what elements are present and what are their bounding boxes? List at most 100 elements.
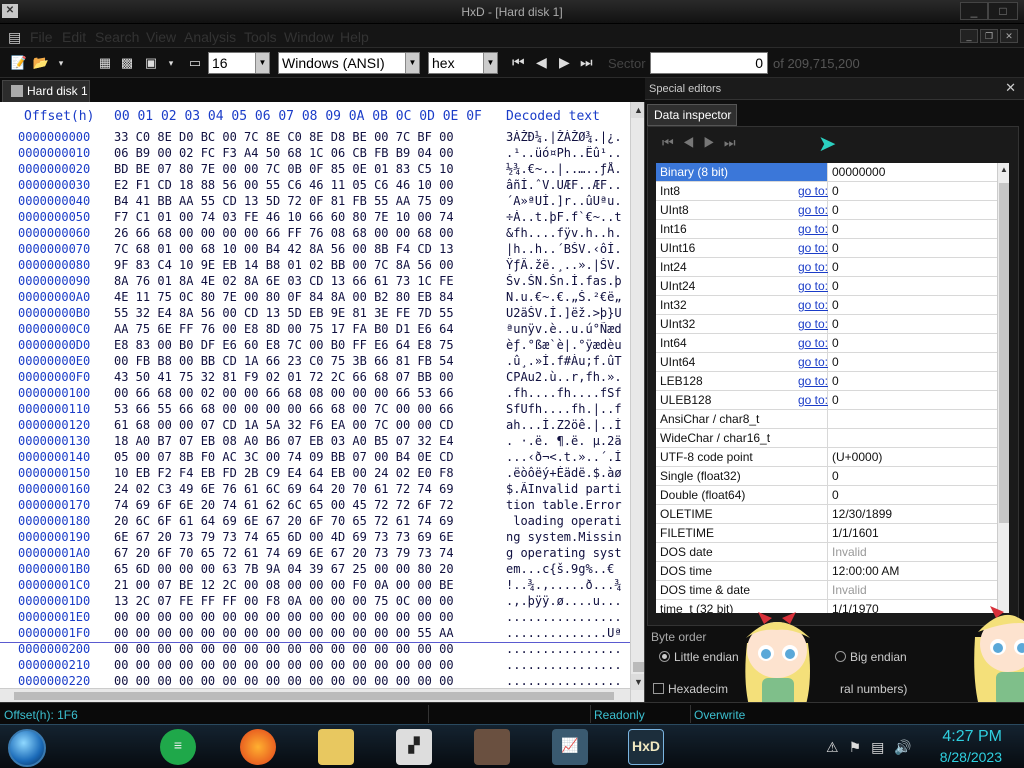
row-bytes[interactable]: 6E 67 20 73 79 73 74 65 6D 00 4D 69 73 7… — [114, 530, 504, 544]
monitor-app-icon[interactable]: 📈 — [552, 729, 588, 765]
inspector-value[interactable]: 0 — [832, 220, 992, 238]
goto-link[interactable]: go to: — [798, 296, 828, 314]
hex-row[interactable]: 0000000080 9F 83 C4 10 9E EB 14 B8 01 02 … — [0, 256, 630, 272]
start-button[interactable] — [8, 729, 46, 767]
row-decoded-text[interactable]: N.u.€~.€.„Š.²€ë„ — [506, 290, 626, 304]
inspector-row[interactable]: LEB128 go to: 0 — [656, 372, 997, 391]
scroll-down-icon[interactable]: ▼ — [631, 674, 644, 690]
inspector-row[interactable]: UInt32 go to: 0 — [656, 315, 997, 334]
row-bytes[interactable]: 00 00 00 00 00 00 00 00 00 00 00 00 00 0… — [114, 626, 504, 640]
hex-app-icon[interactable]: ▞ — [396, 729, 432, 765]
next-sector-icon[interactable]: ▶ — [559, 54, 570, 71]
hex-row[interactable]: 0000000140 05 00 07 8B F0 AC 3C 00 74 09 … — [0, 448, 630, 464]
hex-row[interactable]: 00000001E0 00 00 00 00 00 00 00 00 00 00 … — [0, 608, 630, 624]
menu-search[interactable]: Search — [95, 29, 139, 45]
row-bytes[interactable]: 53 66 55 66 68 00 00 00 00 66 68 00 7C 0… — [114, 402, 504, 416]
previous-sector-icon[interactable]: ◀ — [536, 54, 547, 71]
hxd-menu-icon[interactable]: ▤ — [8, 29, 21, 46]
row-bytes[interactable]: 20 6C 6F 61 64 69 6E 67 20 6F 70 65 72 6… — [114, 514, 504, 528]
firefox-icon[interactable] — [240, 729, 276, 765]
row-decoded-text[interactable]: .û¸.»Í.f#Àu;f.ûT — [506, 354, 626, 368]
hex-row[interactable]: 00000000E0 00 FB B8 00 BB CD 1A 66 23 C0 … — [0, 352, 630, 368]
row-decoded-text[interactable]: ah...Í.Z2öê.|..Í — [506, 418, 626, 432]
scrollbar-thumb[interactable] — [999, 183, 1009, 523]
inspector-value[interactable]: 0 — [832, 258, 992, 276]
hex-row[interactable]: 00000001D0 13 2C 07 FE FF FF 00 F8 0A 00 … — [0, 592, 630, 608]
goto-link[interactable]: go to: — [798, 239, 828, 257]
row-bytes[interactable]: 7C 68 01 00 68 10 00 B4 42 8A 56 00 8B F… — [114, 242, 504, 256]
inspector-row[interactable]: AnsiChar / char8_t — [656, 410, 997, 429]
inspector-value[interactable]: 0 — [832, 353, 992, 371]
spotify-icon[interactable]: ≡ — [160, 729, 196, 765]
row-bytes[interactable]: 06 B9 00 02 FC F3 A4 50 68 1C 06 CB FB B… — [114, 146, 504, 160]
status-overwrite[interactable]: Overwrite — [694, 708, 745, 722]
last-icon[interactable]: ⏭ — [724, 135, 745, 150]
hex-row[interactable]: 0000000010 06 B9 00 02 FC F3 A4 50 68 1C … — [0, 144, 630, 160]
clock-date[interactable]: 8/28/2023 — [940, 749, 1002, 765]
hex-row[interactable]: 0000000150 10 EB F2 F4 EB FD 2B C9 E4 64 … — [0, 464, 630, 480]
row-bytes[interactable]: E2 F1 CD 18 88 56 00 55 C6 46 11 05 C6 4… — [114, 178, 504, 192]
hex-row[interactable]: 0000000160 24 02 C3 49 6E 76 61 6C 69 64 … — [0, 480, 630, 496]
row-bytes[interactable]: 65 6D 00 00 00 63 7B 9A 04 39 67 25 00 0… — [114, 562, 504, 576]
hex-row[interactable]: 0000000210 00 00 00 00 00 00 00 00 00 00 … — [0, 656, 630, 672]
row-decoded-text[interactable]: .fh....fh....fSf — [506, 386, 626, 400]
hex-vertical-scrollbar[interactable]: ▲ ▼ — [630, 102, 644, 702]
tab-hard-disk-1[interactable]: Hard disk 1 — [2, 80, 90, 102]
flag-icon[interactable]: ⚑ — [849, 739, 872, 755]
hex-row[interactable]: 00000001C0 21 00 07 BE 12 2C 00 08 00 00 … — [0, 576, 630, 592]
inspector-value[interactable]: 0 — [832, 372, 992, 390]
row-bytes[interactable]: AA 75 6E FF 76 00 E8 8D 00 75 17 FA B0 D… — [114, 322, 504, 336]
goto-link[interactable]: go to: — [798, 258, 828, 276]
first-sector-icon[interactable]: ⏮ — [512, 54, 525, 71]
inspector-value[interactable]: 0 — [832, 239, 992, 257]
inspector-row[interactable]: Binary (8 bit) 00000000 — [656, 163, 997, 182]
menu-help[interactable]: Help — [340, 29, 369, 45]
open-disk-icon[interactable]: ▦ — [96, 54, 114, 72]
hex-horizontal-scrollbar[interactable] — [0, 688, 630, 702]
hex-row[interactable]: 0000000090 8A 76 01 8A 4E 02 8A 6E 03 CD … — [0, 272, 630, 288]
inspector-value[interactable]: (U+0000) — [832, 448, 992, 466]
row-decoded-text[interactable]: tion table.Error — [506, 498, 626, 512]
first-icon[interactable]: ⏮ — [662, 135, 683, 150]
row-bytes[interactable]: BD BE 07 80 7E 00 00 7C 0B 0F 85 0E 01 8… — [114, 162, 504, 176]
row-bytes[interactable]: 00 00 00 00 00 00 00 00 00 00 00 00 00 0… — [114, 658, 504, 672]
next-icon[interactable]: ▶ — [703, 135, 724, 150]
hex-row[interactable]: 0000000120 61 68 00 00 07 CD 1A 5A 32 F6 … — [0, 416, 630, 432]
inspector-row[interactable]: UInt24 go to: 0 — [656, 277, 997, 296]
hex-row[interactable]: 0000000040 B4 41 BB AA 55 CD 13 5D 72 0F … — [0, 192, 630, 208]
inspector-row[interactable]: Double (float64) 0 — [656, 486, 997, 505]
open-file-icon[interactable]: 📂 — [32, 54, 50, 72]
inspector-row[interactable]: Int32 go to: 0 — [656, 296, 997, 315]
row-bytes[interactable]: 26 66 68 00 00 00 00 66 FF 76 08 68 00 0… — [114, 226, 504, 240]
row-decoded-text[interactable]: ................ — [506, 658, 626, 672]
inspector-value[interactable]: 0 — [832, 201, 992, 219]
row-bytes[interactable]: 67 20 6F 70 65 72 61 74 69 6E 67 20 73 7… — [114, 546, 504, 560]
bytes-per-row-select[interactable]: 16 ▼ — [208, 52, 270, 74]
inspector-value[interactable]: 0 — [832, 296, 992, 314]
open-ram-icon[interactable]: ▩ — [118, 54, 136, 72]
scrollbar-thumb[interactable] — [633, 662, 644, 672]
row-bytes[interactable]: B4 41 BB AA 55 CD 13 5D 72 0F 81 FB 55 A… — [114, 194, 504, 208]
save-icon[interactable]: ▣ — [142, 54, 160, 72]
hex-row[interactable]: 0000000180 20 6C 6F 61 64 69 6E 67 20 6F … — [0, 512, 630, 528]
inspector-row[interactable]: Single (float32) 0 — [656, 467, 997, 486]
inspector-value[interactable]: 12/30/1899 — [832, 505, 992, 523]
row-bytes[interactable]: 74 69 6F 6E 20 74 61 62 6C 65 00 45 72 7… — [114, 498, 504, 512]
row-bytes[interactable]: 00 00 00 00 00 00 00 00 00 00 00 00 00 0… — [114, 674, 504, 688]
little-endian-radio[interactable]: Little endian — [659, 650, 739, 664]
hex-row[interactable]: 00000000F0 43 50 41 75 32 81 F9 02 01 72 … — [0, 368, 630, 384]
goto-link[interactable]: go to: — [798, 201, 828, 219]
inspector-row[interactable]: Int64 go to: 0 — [656, 334, 997, 353]
scroll-up-icon[interactable]: ▲ — [631, 102, 644, 118]
row-bytes[interactable]: 10 EB F2 F4 EB FD 2B C9 E4 64 EB 00 24 0… — [114, 466, 504, 480]
inspector-row[interactable]: DOS date Invalid — [656, 543, 997, 562]
inspector-value[interactable]: 0 — [832, 334, 992, 352]
row-bytes[interactable]: 33 C0 8E D0 BC 00 7C 8E C0 8E D8 BE 00 7… — [114, 130, 504, 144]
inspector-value[interactable]: 0 — [832, 486, 992, 504]
row-decoded-text[interactable]: 3ÀŽÐ¼.|ŽÀŽØ¾.|¿. — [506, 130, 626, 144]
hex-row[interactable]: 0000000060 26 66 68 00 00 00 00 66 FF 76 … — [0, 224, 630, 240]
last-sector-icon[interactable]: ⏭ — [580, 54, 593, 71]
hex-row[interactable]: 00000000C0 AA 75 6E FF 76 00 E8 8D 00 75 … — [0, 320, 630, 336]
hex-row[interactable]: 0000000100 00 66 68 00 02 00 00 66 68 08 … — [0, 384, 630, 400]
hex-row[interactable]: 0000000190 6E 67 20 73 79 73 74 65 6D 00 … — [0, 528, 630, 544]
